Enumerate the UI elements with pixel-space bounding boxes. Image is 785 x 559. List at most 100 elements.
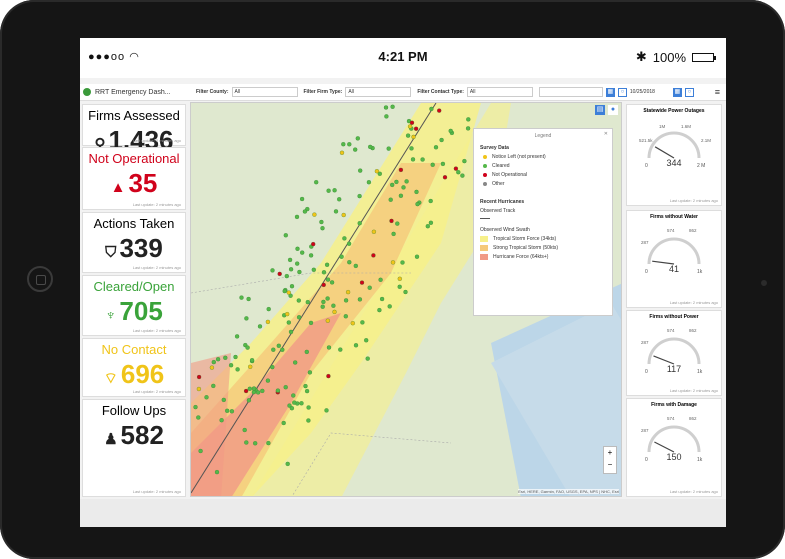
survey-point[interactable] xyxy=(253,441,258,446)
survey-point[interactable] xyxy=(442,175,448,180)
survey-point[interactable] xyxy=(397,284,402,289)
survey-point[interactable] xyxy=(437,108,442,113)
survey-point[interactable] xyxy=(386,146,391,151)
survey-point[interactable] xyxy=(287,257,293,263)
survey-point[interactable] xyxy=(439,137,444,143)
survey-point[interactable] xyxy=(291,393,296,398)
survey-point[interactable] xyxy=(289,284,295,289)
survey-point[interactable] xyxy=(285,311,290,317)
survey-point[interactable] xyxy=(235,367,240,372)
stat-card[interactable]: Follow Ups ♟ 582 Last update: 2 minutes ago xyxy=(82,399,186,497)
survey-point[interactable] xyxy=(429,106,434,112)
survey-point[interactable] xyxy=(221,397,226,403)
clock-icon[interactable]: ○ xyxy=(617,87,627,97)
survey-point[interactable] xyxy=(338,347,343,352)
zoom-out-button[interactable]: − xyxy=(604,459,616,471)
survey-point[interactable] xyxy=(394,179,399,185)
survey-point[interactable] xyxy=(377,307,382,313)
survey-point[interactable] xyxy=(420,157,425,162)
survey-point[interactable] xyxy=(271,347,276,352)
survey-point[interactable] xyxy=(265,378,271,383)
survey-point[interactable] xyxy=(343,298,349,303)
survey-point[interactable] xyxy=(433,145,439,150)
survey-point[interactable] xyxy=(248,364,253,369)
survey-point[interactable] xyxy=(300,250,305,255)
survey-point[interactable] xyxy=(325,277,331,282)
survey-point[interactable] xyxy=(308,320,314,326)
zoom-in-button[interactable]: + xyxy=(604,447,616,459)
survey-point[interactable] xyxy=(204,395,209,400)
map-legend-toggle-icon[interactable]: ● xyxy=(608,105,618,115)
survey-point[interactable] xyxy=(462,158,467,164)
survey-point[interactable] xyxy=(209,365,215,370)
survey-point[interactable] xyxy=(326,345,332,350)
survey-point[interactable] xyxy=(242,427,247,433)
survey-point[interactable] xyxy=(364,338,369,343)
survey-point[interactable] xyxy=(332,309,337,315)
survey-point[interactable] xyxy=(353,343,359,348)
survey-point[interactable] xyxy=(401,185,406,190)
survey-point[interactable] xyxy=(321,299,326,305)
survey-point[interactable] xyxy=(304,349,309,355)
gauge-card[interactable]: Firms with Damage 0 1k 150 287 574 862 Last upd… xyxy=(626,398,722,497)
survey-point[interactable] xyxy=(384,114,389,119)
survey-point[interactable] xyxy=(456,170,461,175)
survey-point[interactable] xyxy=(413,126,419,131)
survey-point[interactable] xyxy=(246,398,252,403)
survey-point[interactable] xyxy=(391,231,396,237)
survey-point[interactable] xyxy=(211,383,216,389)
app-title[interactable]: RRT Emergency Dash... xyxy=(95,89,190,96)
survey-point[interactable] xyxy=(321,282,326,288)
survey-point[interactable] xyxy=(196,374,202,380)
survey-point[interactable] xyxy=(355,136,360,141)
survey-point[interactable] xyxy=(270,268,275,273)
calendar-icon-2[interactable]: ▦ xyxy=(672,87,682,97)
survey-point[interactable] xyxy=(395,221,400,226)
survey-point[interactable] xyxy=(425,224,430,229)
survey-point[interactable] xyxy=(390,104,395,109)
survey-point[interactable] xyxy=(306,418,311,423)
survey-point[interactable] xyxy=(357,221,362,226)
survey-point[interactable] xyxy=(465,126,471,131)
survey-point[interactable] xyxy=(359,280,365,285)
survey-point[interactable] xyxy=(251,386,257,391)
gauge-card[interactable]: Firms without Water 0 1k 41 287 574 862 Last up… xyxy=(626,210,722,308)
survey-point[interactable] xyxy=(229,409,235,414)
filter-firm-type-select[interactable]: All xyxy=(345,87,412,97)
survey-point[interactable] xyxy=(343,314,348,319)
gauge-card[interactable]: Statewide Power Outages 0 2 M 344 521.5k 1M 1.… xyxy=(626,104,722,206)
survey-point[interactable] xyxy=(387,304,392,309)
survey-point[interactable] xyxy=(339,254,344,259)
survey-point[interactable] xyxy=(305,299,310,305)
survey-point[interactable] xyxy=(326,373,331,379)
survey-point[interactable] xyxy=(306,405,311,410)
survey-point[interactable] xyxy=(398,167,404,173)
survey-point[interactable] xyxy=(214,469,220,475)
survey-point[interactable] xyxy=(299,401,304,406)
date-from-input[interactable] xyxy=(538,87,603,97)
survey-point[interactable] xyxy=(297,269,302,275)
survey-point[interactable] xyxy=(257,324,263,329)
survey-point[interactable] xyxy=(440,161,446,167)
survey-point[interactable] xyxy=(357,193,362,199)
survey-point[interactable] xyxy=(311,241,316,247)
survey-point[interactable] xyxy=(339,150,345,155)
survey-point[interactable] xyxy=(293,360,298,365)
stat-card[interactable]: Not Operational ▲ 35 Last update: 2 minutes… xyxy=(82,147,186,210)
survey-point[interactable] xyxy=(270,364,275,370)
filter-contact-type-select[interactable]: All xyxy=(466,87,533,97)
survey-point[interactable] xyxy=(353,263,358,269)
map-view[interactable]: ▤ ● ✕ Legend Survey Data Notice Left (no… xyxy=(190,102,622,497)
survey-point[interactable] xyxy=(347,142,352,147)
survey-point[interactable] xyxy=(302,209,308,214)
survey-point[interactable] xyxy=(245,345,250,350)
survey-point[interactable] xyxy=(405,133,411,138)
survey-point[interactable] xyxy=(378,277,383,282)
survey-point[interactable] xyxy=(247,386,252,391)
survey-point[interactable] xyxy=(332,188,337,193)
survey-point[interactable] xyxy=(265,319,271,325)
survey-point[interactable] xyxy=(277,271,282,277)
survey-point[interactable] xyxy=(289,406,295,411)
stat-card[interactable]: Cleared/Open ♆ 705 Last update: 2 minutes a… xyxy=(82,275,186,336)
survey-point[interactable] xyxy=(281,420,286,426)
